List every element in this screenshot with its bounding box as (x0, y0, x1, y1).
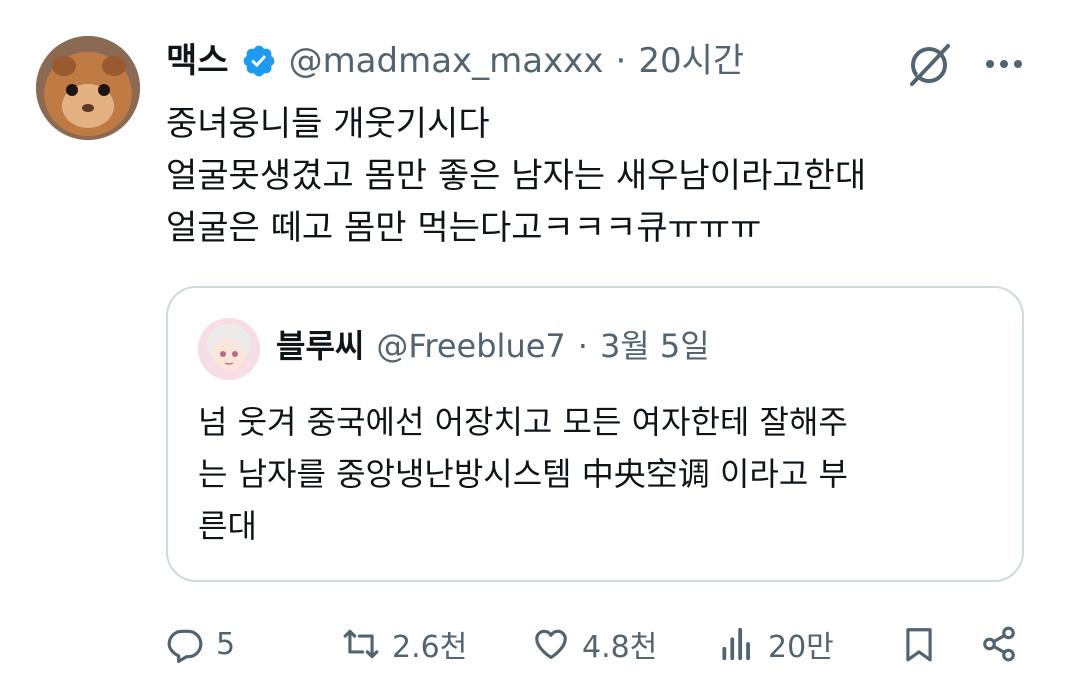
quoted-tweet-text: 넘 웃겨 중국에선 어장치고 모든 여자한테 잘해주 는 남자를 중앙냉난방시스… (198, 396, 988, 552)
grok-icon[interactable] (904, 40, 954, 90)
tweet-text-line: 얼굴못생겼고 몸만 좋은 남자는 새우남이라고한대 (166, 156, 867, 196)
more-options-icon[interactable] (984, 56, 1024, 70)
quoted-tweet-header: 블루씨 @Freeblue7 · 3월 5일 (276, 324, 710, 368)
verified-badge-icon (241, 43, 277, 79)
tweet-action-bar: 5 2.6천 4.8천 20만 (166, 618, 1026, 670)
retweet-count: 2.6천 (392, 630, 468, 665)
separator-dot: · (615, 41, 627, 81)
share-button[interactable] (980, 618, 1018, 670)
reply-button[interactable]: 5 (166, 618, 235, 670)
retweet-icon (343, 629, 379, 659)
quoted-text-line: 른대 (198, 507, 257, 545)
views-chart-icon (722, 627, 750, 661)
quoted-author-avatar[interactable] (198, 318, 260, 380)
tweet-text: 중녀웅니들 개웃기시다 얼굴못생겼고 몸만 좋은 남자는 새우남이라고한대 얼굴… (166, 98, 1026, 254)
quoted-tweet-date[interactable]: 3월 5일 (600, 324, 710, 368)
share-icon (983, 626, 1015, 662)
author-handle[interactable]: @madmax_maxxx (289, 38, 604, 84)
views-count: 20만 (768, 630, 834, 665)
reply-icon (167, 629, 203, 663)
tweet-text-line: 중녀웅니들 개웃기시다 (166, 104, 490, 144)
tweet-text-line: 얼굴은 떼고 몸만 먹는다고ㅋㅋㅋ큐ㅠㅠㅠ (166, 208, 762, 248)
quoted-text-line: 는 남자를 중앙냉난방시스템 中央空调 이라고 부 (198, 455, 848, 493)
quoted-author-display-name[interactable]: 블루씨 (276, 324, 364, 368)
guinea-pig-avatar (36, 36, 140, 140)
like-count: 4.8천 (582, 630, 658, 665)
author-avatar[interactable] (36, 36, 140, 140)
reply-count: 5 (216, 626, 236, 662)
author-display-name[interactable]: 맥스 (166, 38, 229, 84)
retweet-button[interactable]: 2.6천 (342, 618, 467, 670)
like-button[interactable]: 4.8천 (532, 618, 657, 670)
tweet-time[interactable]: 20시간 (638, 38, 744, 84)
bookmark-button[interactable] (900, 618, 938, 670)
quoted-tweet-card[interactable]: 블루씨 @Freeblue7 · 3월 5일 넘 웃겨 중국에선 어장치고 모든… (166, 286, 1024, 582)
tweet-header: 맥스 @madmax_maxxx · 20시간 (166, 38, 744, 84)
views-button[interactable]: 20만 (718, 618, 834, 670)
quoted-author-handle[interactable]: @Freeblue7 (376, 324, 565, 368)
quoted-text-line: 넘 웃겨 중국에선 어장치고 모든 여자한테 잘해주 (198, 403, 848, 441)
heart-icon (535, 629, 567, 660)
separator-dot: · (577, 327, 588, 365)
bookmark-icon (906, 628, 932, 662)
anime-character-avatar (198, 318, 260, 380)
